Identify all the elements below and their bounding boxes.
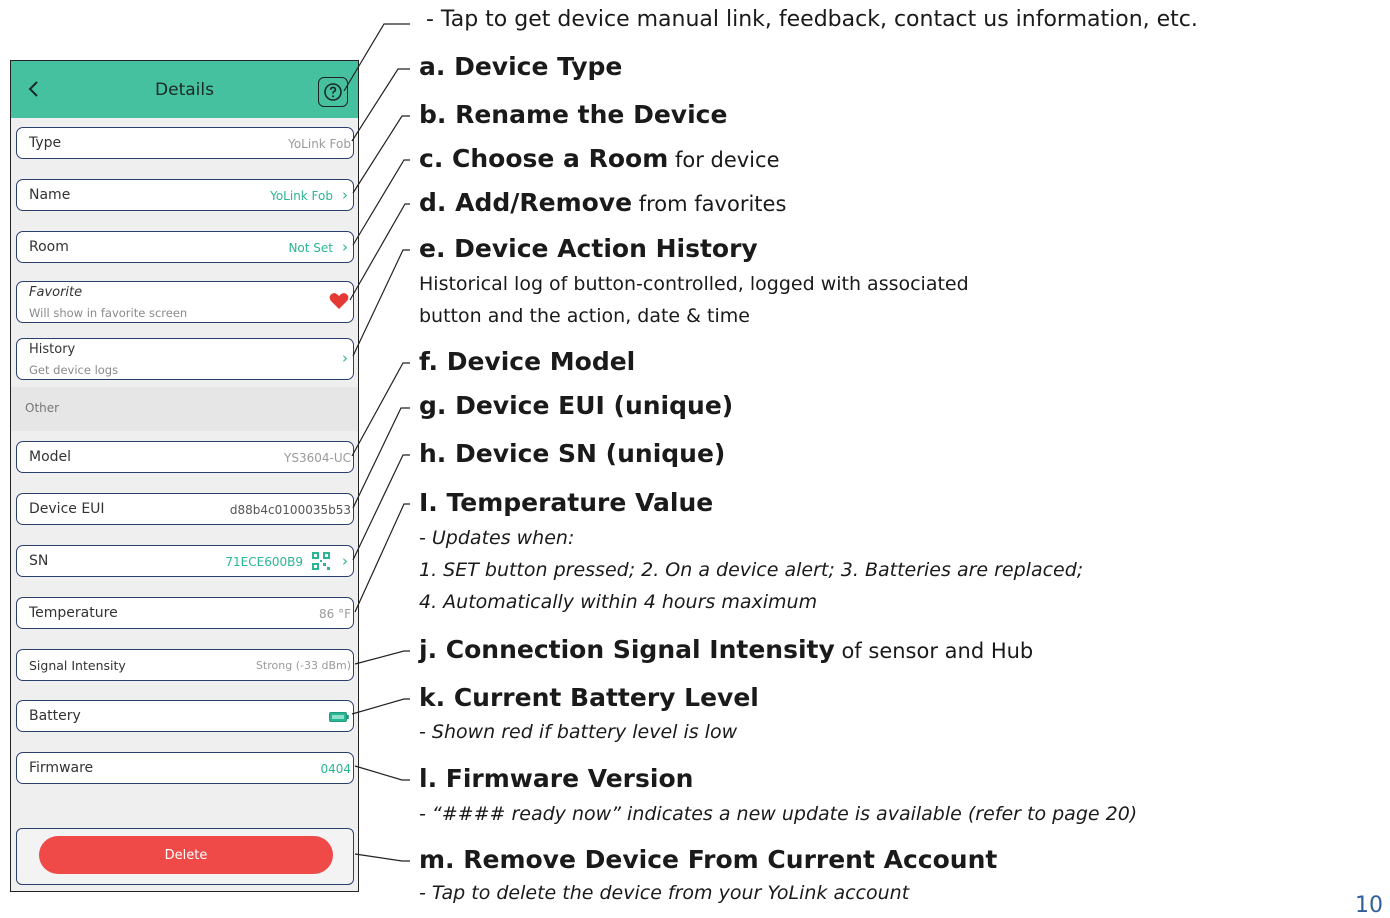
annotation-i-line2: 1. SET button pressed; 2. On a device al… [419,559,1084,581]
line-m [354,853,410,862]
annotation-j: j. Connection Signal Intensity of sensor… [419,635,1034,664]
annotation-b: b. Rename the Device [419,100,728,129]
annotation-e: e. Device Action History [419,234,758,263]
annotation-l-line1: - “#### ready now” indicates a new updat… [419,803,1138,825]
annotation-e-line2: button and the action, date & time [419,305,750,327]
line-k [351,698,410,715]
annotation-e-line1: Historical log of button-controlled, log… [419,273,969,295]
annotation-i-line1: - Updates when: [419,527,575,549]
line-f [351,362,410,457]
line-l [354,765,410,781]
annotation-d: d. Add/Remove from favorites [419,188,787,217]
annotation-h: h. Device SN (unique) [419,439,726,468]
annotation-f: f. Device Model [419,347,636,376]
line-c [352,159,410,246]
annotation-i: I. Temperature Value [419,488,714,517]
annotation-i-line3: 4. Automatically within 4 hours maximum [419,591,818,613]
annotation-k: k. Current Battery Level [419,683,759,712]
line-i [354,503,410,613]
page-number: 10 [1355,893,1383,918]
line-e [352,249,410,357]
annotation-c: c. Choose a Room for device [419,144,780,173]
line-b [352,115,410,194]
line-h [352,454,410,561]
line-help [343,23,410,92]
annotation-m-line1: - Tap to delete the device from your YoL… [419,882,910,904]
line-j [354,650,410,665]
annotation-l: l. Firmware Version [419,764,694,793]
annotation-k-line1: - Shown red if battery level is low [419,721,738,743]
line-a [351,68,410,142]
annotation-g: g. Device EUI (unique) [419,391,734,420]
annotation-a: a. Device Type [419,52,623,81]
annotation-m: m. Remove Device From Current Account [419,845,998,874]
line-d [349,203,410,301]
annotation-help: - Tap to get device manual link, feedbac… [426,7,1198,32]
